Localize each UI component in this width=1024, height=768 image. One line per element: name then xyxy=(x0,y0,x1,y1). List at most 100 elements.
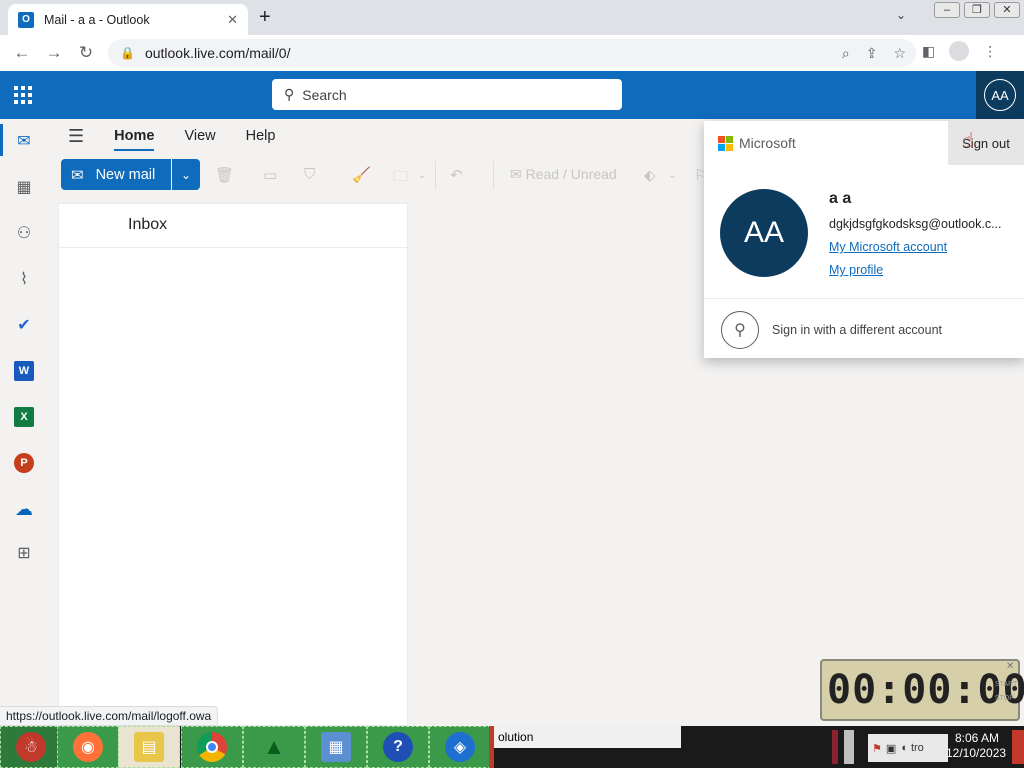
window-controls: ‒ ❐ ✕ xyxy=(934,2,1020,18)
omnibox[interactable]: 🔒 outlook.live.com/mail/0/ ⌕ ⇪ ☆ xyxy=(108,39,916,67)
tray-network-icon[interactable]: ▣ xyxy=(886,742,896,755)
timer-stop-label[interactable]: STOP xyxy=(995,692,1017,706)
clock-date[interactable]: 12/10/2023 xyxy=(946,746,1006,760)
ribbon-divider xyxy=(435,161,436,189)
taskbar-window-button[interactable]: olution xyxy=(489,726,681,748)
taskbar-firefox[interactable]: ◉ xyxy=(57,726,119,768)
tab-close-icon[interactable]: ✕ xyxy=(227,12,238,28)
browser-toolbar-right: ◧ ⋮ xyxy=(922,41,997,61)
move-dropdown-chevron-icon[interactable]: ⌄ xyxy=(418,170,426,181)
search-box[interactable]: ⚲ Search xyxy=(272,79,622,110)
timer-display: 00:00:00 xyxy=(827,667,1024,715)
start-button[interactable]: ☃ xyxy=(0,726,62,768)
word-icon[interactable]: W xyxy=(14,361,34,381)
powerpoint-icon[interactable]: P xyxy=(14,453,34,473)
browser-tab[interactable]: O Mail - a a - Outlook ✕ xyxy=(8,4,248,35)
forward-arrow-icon[interactable]: → xyxy=(38,43,70,63)
read-unread-button[interactable]: ✉ Read / Unread xyxy=(510,166,617,183)
tag-icon[interactable]: ⬖ xyxy=(644,166,656,184)
tab-title: Mail - a a - Outlook xyxy=(44,12,150,27)
browser-profile-icon[interactable] xyxy=(949,41,970,61)
tag-dropdown-chevron-icon[interactable]: ⌄ xyxy=(668,170,676,181)
excel-icon[interactable]: X xyxy=(14,407,34,427)
back-arrow-icon[interactable]: ← xyxy=(6,43,38,63)
system-tray: ⚑ ▣ ◖ tro xyxy=(868,734,948,762)
app-shield-icon: ◈ xyxy=(445,732,475,762)
todo-icon[interactable]: ✔ xyxy=(14,315,34,335)
timer-close-icon[interactable]: ✕ xyxy=(1006,661,1014,672)
report-icon[interactable]: ⛉ xyxy=(304,166,315,183)
my-profile-link[interactable]: My profile xyxy=(829,263,883,277)
tab-search-chevron-icon[interactable]: ⌄ xyxy=(896,8,906,22)
chrome-icon xyxy=(197,732,227,762)
share-icon[interactable]: ⇪ xyxy=(866,45,878,62)
avatar: AA xyxy=(984,79,1016,111)
restore-button[interactable]: ❐ xyxy=(964,2,990,18)
ribbon-divider xyxy=(493,161,494,189)
hamburger-menu-icon[interactable]: ☰ xyxy=(68,126,84,147)
taskbar-control-panel[interactable]: ▦ xyxy=(305,726,367,768)
status-url-tooltip: https://outlook.live.com/mail/logoff.owa xyxy=(0,706,219,726)
my-microsoft-account-link[interactable]: My Microsoft account xyxy=(829,240,947,254)
account-popup-divider xyxy=(704,298,1024,299)
hand-cursor-icon: ☝ xyxy=(962,130,975,152)
taskbar-app[interactable]: ◈ xyxy=(429,726,491,768)
zoom-search-icon[interactable]: ⌕ xyxy=(842,45,850,62)
sign-out-button[interactable]: Sign out xyxy=(948,121,1024,165)
ribbon-tabs: ☰ Home View Help xyxy=(60,122,276,151)
taskbar-window-accent xyxy=(489,748,494,768)
tray-speaker-icon[interactable]: ◖ xyxy=(900,742,907,754)
undo-icon[interactable]: ↶ xyxy=(450,166,463,184)
taskbar-file-explorer[interactable]: ▤ xyxy=(118,726,180,768)
sidepanel-icon[interactable]: ◧ xyxy=(922,43,935,60)
timer-start-label[interactable]: START xyxy=(995,678,1017,692)
app-launcher-icon[interactable] xyxy=(14,86,32,104)
apps-icon[interactable]: ⊞ xyxy=(14,543,34,563)
new-mail-dropdown-chevron-icon[interactable]: ⌄ xyxy=(172,159,200,190)
tab-help[interactable]: Help xyxy=(246,128,276,144)
christmas-tree-icon: ▲ xyxy=(263,734,285,759)
reload-icon[interactable]: ↻ xyxy=(70,43,102,63)
taskbar-tree-app[interactable]: ▲ xyxy=(243,726,305,768)
new-tab-button[interactable]: + xyxy=(259,6,271,29)
tab-home[interactable]: Home xyxy=(114,128,155,151)
bookmark-star-icon[interactable]: ☆ xyxy=(893,45,906,62)
account-email: dgkjdsgfgkodsksg@outlook.c... xyxy=(829,217,1002,231)
people-icon[interactable]: ⚇ xyxy=(14,223,34,243)
close-window-button[interactable]: ✕ xyxy=(994,2,1020,18)
tray-alert-icon[interactable]: ⚑ xyxy=(872,742,882,755)
account-manager-button[interactable]: AA xyxy=(976,71,1024,119)
show-desktop-button[interactable] xyxy=(1012,730,1024,764)
firefox-icon: ◉ xyxy=(73,732,103,762)
clock-time[interactable]: 8:06 AM xyxy=(955,731,999,745)
onedrive-icon[interactable]: ☁ xyxy=(14,499,34,519)
calendar-icon[interactable]: ▦ xyxy=(14,177,34,197)
folder-title: Inbox xyxy=(128,216,168,233)
sign-in-different-account-link[interactable]: Sign in with a different account xyxy=(772,323,942,337)
santa-start-icon: ☃ xyxy=(16,732,46,762)
taskbar-help[interactable]: ? xyxy=(367,726,429,768)
move-to-folder-icon[interactable]: 🗀 xyxy=(393,166,408,191)
archive-icon[interactable]: ▭ xyxy=(263,166,277,184)
microsoft-logo: Microsoft xyxy=(718,135,796,151)
lock-icon: 🔒 xyxy=(120,46,135,60)
sweep-icon[interactable]: 🧹 xyxy=(352,166,371,184)
rail-active-indicator xyxy=(0,124,3,156)
browser-menu-icon[interactable]: ⋮ xyxy=(983,43,997,60)
tray-flag-block xyxy=(832,730,838,764)
search-icon: ⚲ xyxy=(284,86,295,102)
account-name: a a xyxy=(829,190,852,207)
tray-text: tro xyxy=(910,742,924,754)
outlook-favicon-icon: O xyxy=(18,11,34,28)
add-person-icon[interactable]: ⚲ xyxy=(721,311,759,349)
attachment-icon[interactable]: ⌇ xyxy=(14,269,34,289)
mail-icon[interactable]: ✉ xyxy=(14,131,34,151)
read-unread-label: Read / Unread xyxy=(525,166,617,182)
tab-view[interactable]: View xyxy=(184,128,215,144)
new-mail-button[interactable]: ✉ New mail xyxy=(61,159,171,190)
minimize-button[interactable]: ‒ xyxy=(934,2,960,18)
folder-icon: ▤ xyxy=(134,732,164,762)
message-list-header xyxy=(58,203,408,248)
delete-icon[interactable]: 🗑 xyxy=(215,166,234,184)
taskbar-chrome[interactable] xyxy=(181,726,243,768)
